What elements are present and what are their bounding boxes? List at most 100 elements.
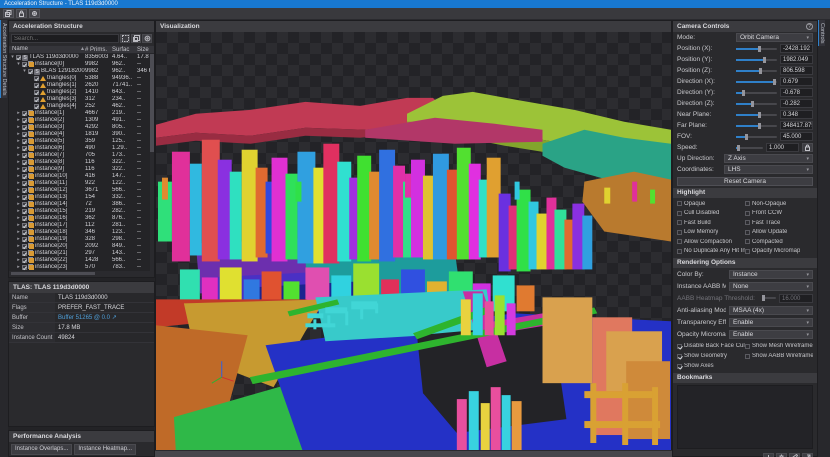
row-checkbox[interactable] <box>22 188 27 193</box>
tree-row[interactable]: ▸ instance[14] 72 386.. -- <box>9 201 154 208</box>
tree-row[interactable]: ▸ instance[21] 297 143.. -- <box>9 250 154 257</box>
tree-row[interactable]: ▸ instance[16] 362 876.. -- <box>9 215 154 222</box>
row-checkbox[interactable] <box>16 55 21 60</box>
row-checkbox[interactable] <box>22 167 27 172</box>
expander-icon[interactable]: ▸ <box>16 229 21 236</box>
tree-row[interactable]: triangles[3] 312 234.. -- <box>9 96 154 103</box>
expander-icon[interactable]: ▸ <box>16 180 21 187</box>
row-checkbox[interactable] <box>22 195 27 200</box>
row-checkbox[interactable] <box>22 230 27 235</box>
slider-handle[interactable] <box>773 78 777 85</box>
checkbox[interactable] <box>745 239 750 245</box>
row-checkbox[interactable] <box>34 83 39 88</box>
expander-icon[interactable]: ▸ <box>16 117 21 124</box>
row-checkbox[interactable] <box>22 181 27 186</box>
tree-row[interactable]: ▸ instance[6] 490 1.29.. -- <box>9 145 154 152</box>
slider-value[interactable]: 0.679 <box>780 77 813 86</box>
row-checkbox[interactable] <box>22 258 27 263</box>
slider-value[interactable]: -0.678 <box>780 88 813 97</box>
row-checkbox[interactable] <box>22 174 27 179</box>
tree-horizontal-scrollbar[interactable] <box>9 271 154 276</box>
checkbox[interactable] <box>677 343 682 349</box>
row-checkbox[interactable] <box>22 118 27 123</box>
expander-icon[interactable]: ▸ <box>16 215 21 222</box>
row-checkbox[interactable] <box>22 132 27 137</box>
checkbox[interactable] <box>677 201 682 207</box>
option-select[interactable]: Enable ▾ <box>729 329 813 339</box>
expander-icon[interactable]: ▸ <box>16 131 21 138</box>
up-direction-select[interactable]: Z Axis ▾ <box>724 154 813 163</box>
expander-icon[interactable]: ▸ <box>16 194 21 201</box>
expander-icon[interactable]: ▸ <box>16 257 21 264</box>
expander-icon[interactable]: ▸ <box>16 187 21 194</box>
expander-icon[interactable]: ▸ <box>16 250 21 257</box>
tree-row[interactable]: ▸ instance[5] 359 125.. -- <box>9 138 154 145</box>
row-checkbox[interactable] <box>22 160 27 165</box>
row-checkbox[interactable] <box>22 251 27 256</box>
tree-row[interactable]: ▸ instance[3] 4292 805.. -- <box>9 124 154 131</box>
slider-handle[interactable] <box>762 56 766 63</box>
viewport[interactable] <box>156 32 671 450</box>
collapse-all-icon[interactable] <box>131 34 141 43</box>
expander-icon[interactable]: ▸ <box>16 264 21 271</box>
tree-row[interactable]: ▸ instance[1] 4667 219.. -- <box>9 110 154 117</box>
slider-handle[interactable] <box>751 100 755 107</box>
slider-track[interactable] <box>736 56 777 63</box>
tree-row[interactable]: ▸ instance[19] 328 298.. -- <box>9 236 154 243</box>
slider-handle[interactable] <box>761 295 765 301</box>
row-checkbox[interactable] <box>22 62 27 67</box>
row-checkbox[interactable] <box>22 265 27 270</box>
option-select[interactable]: Enable ▾ <box>729 317 813 327</box>
tree-row[interactable]: triangles[4] 252 462.. -- <box>9 103 154 110</box>
column-name[interactable]: Name ▴ <box>9 46 85 53</box>
slider-handle[interactable] <box>757 45 761 52</box>
bookmarks-list[interactable] <box>677 385 813 449</box>
checkbox[interactable] <box>677 239 682 245</box>
checkbox[interactable] <box>745 343 750 349</box>
3d-scene-canvas[interactable] <box>156 32 671 450</box>
option-select[interactable]: Instance ▾ <box>729 269 813 279</box>
row-checkbox[interactable] <box>22 216 27 221</box>
expander-icon[interactable]: ▸ <box>16 159 21 166</box>
row-checkbox[interactable] <box>34 76 39 81</box>
speed-value[interactable]: 1.000 <box>766 143 799 152</box>
row-checkbox[interactable] <box>34 104 39 109</box>
option-select[interactable]: None ▾ <box>729 281 813 291</box>
expander-icon[interactable]: ▸ <box>16 145 21 152</box>
tree-row[interactable]: ▸ instance[10] 416 147.. -- <box>9 173 154 180</box>
tree-row[interactable]: ▸ instance[4] 1819 390.. -- <box>9 131 154 138</box>
slider-handle[interactable] <box>757 122 761 129</box>
checkbox[interactable] <box>677 220 682 226</box>
checkbox[interactable] <box>677 248 682 254</box>
slider-handle[interactable] <box>736 144 740 151</box>
tree-row[interactable]: ▸ instance[17] 112 281.. -- <box>9 222 154 229</box>
row-checkbox[interactable] <box>22 146 27 151</box>
speed-lock-icon[interactable] <box>802 143 813 152</box>
tree-row[interactable]: ▸ instance[13] 154 332.. -- <box>9 194 154 201</box>
row-checkbox[interactable] <box>22 139 27 144</box>
expander-icon[interactable]: ▸ <box>16 138 21 145</box>
slider-track[interactable] <box>736 78 777 85</box>
slider-value[interactable]: 806.598 <box>780 66 813 75</box>
row-checkbox[interactable] <box>22 223 27 228</box>
row-checkbox[interactable] <box>22 125 27 130</box>
slider-value[interactable]: -2428.192 <box>780 44 813 53</box>
tree-row[interactable]: ▸ instance[22] 1428 566.. -- <box>9 257 154 264</box>
lock-icon[interactable] <box>16 9 27 18</box>
checkbox[interactable] <box>745 248 750 254</box>
reset-camera-button[interactable]: Reset Camera <box>677 177 813 186</box>
tree-row[interactable]: ▸ instance[23] 570 783.. -- <box>9 264 154 271</box>
slider-value[interactable]: 1982.049 <box>780 55 813 64</box>
help-icon[interactable]: ? <box>806 23 813 30</box>
tree-vertical-scrollbar[interactable] <box>150 54 154 271</box>
row-checkbox[interactable] <box>28 69 33 74</box>
speed-slider[interactable] <box>736 144 763 151</box>
row-checkbox[interactable] <box>22 202 27 207</box>
slider-track[interactable] <box>736 45 777 52</box>
row-checkbox[interactable] <box>34 97 39 102</box>
tree-row[interactable]: ▸ instance[20] 2092 849.. -- <box>9 243 154 250</box>
checkbox[interactable] <box>745 210 750 216</box>
column-surface[interactable]: Surfac <box>112 46 137 53</box>
slider-handle[interactable] <box>745 133 749 140</box>
mode-select[interactable]: Orbit Camera ▾ <box>736 33 813 42</box>
